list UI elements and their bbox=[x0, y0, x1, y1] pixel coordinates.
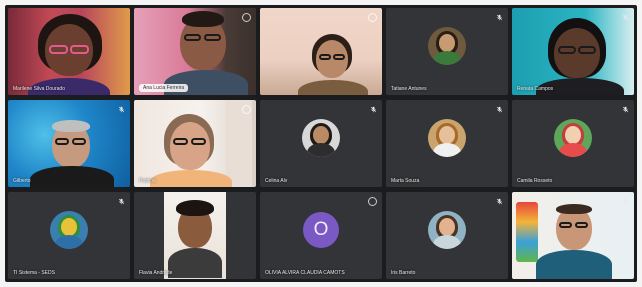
participant-tile[interactable]: Iris Barreto bbox=[386, 192, 508, 279]
participant-name: Tatiane Antunes bbox=[391, 86, 427, 92]
participant-tile[interactable]: Tatiane Antunes bbox=[386, 8, 508, 95]
mic-muted-icon bbox=[117, 105, 125, 113]
participant-name: OLIVIA ALVIRA CLAUDIA CAMOTS bbox=[265, 270, 345, 276]
participant-avatar bbox=[428, 211, 466, 250]
participant-name: Gilberto bbox=[13, 178, 31, 184]
participant-tile[interactable] bbox=[260, 8, 382, 95]
participant-grid: Marilene Silva Dourado Ana Lucia Ferreir… bbox=[8, 8, 634, 279]
participant-tile[interactable]: Marta Souza bbox=[386, 100, 508, 187]
participant-initial-avatar: O bbox=[303, 212, 339, 249]
mic-on-icon bbox=[368, 197, 377, 206]
participant-tile[interactable]: Patricia bbox=[134, 100, 256, 187]
participant-avatar bbox=[302, 119, 340, 158]
mic-on-icon bbox=[242, 105, 251, 114]
mic-muted-icon bbox=[495, 197, 503, 205]
participant-name: Marilene Silva Dourado bbox=[13, 86, 65, 92]
participant-tile[interactable]: TI Sistema - SEDS bbox=[8, 192, 130, 279]
participant-name: Camila Rosseto bbox=[517, 178, 553, 184]
participant-avatar bbox=[50, 211, 88, 250]
participant-avatar bbox=[428, 27, 466, 66]
mic-on-icon bbox=[242, 13, 251, 22]
participant-name: Ana Lucia Ferreira bbox=[139, 84, 189, 92]
participant-tile[interactable]: Flavia Andrade bbox=[134, 192, 256, 279]
participant-tile[interactable]: Celina Alv bbox=[260, 100, 382, 187]
participant-tile[interactable]: Camila Rosseto bbox=[512, 100, 634, 187]
participant-avatar bbox=[428, 119, 466, 158]
participant-name: Patricia bbox=[139, 178, 156, 184]
mic-on-icon bbox=[368, 13, 377, 22]
participant-tile[interactable]: Marilene Silva Dourado bbox=[8, 8, 130, 95]
participant-name: Renata Campos bbox=[517, 86, 554, 92]
participant-tile[interactable]: Ana Lucia Ferreira bbox=[134, 8, 256, 95]
participant-name: Iris Barreto bbox=[391, 270, 416, 276]
mic-muted-icon bbox=[621, 197, 629, 205]
participant-avatar bbox=[554, 119, 592, 158]
participant-tile[interactable] bbox=[512, 192, 634, 279]
participant-name: Flavia Andrade bbox=[139, 270, 173, 276]
mic-muted-icon bbox=[117, 197, 125, 205]
mic-muted-icon bbox=[621, 13, 629, 21]
participant-name: Marta Souza bbox=[391, 178, 420, 184]
participant-name: TI Sistema - SEDS bbox=[13, 270, 55, 276]
meeting-window: Marilene Silva Dourado Ana Lucia Ferreir… bbox=[5, 5, 637, 282]
mic-muted-icon bbox=[621, 105, 629, 113]
mic-muted-icon bbox=[495, 105, 503, 113]
mic-muted-icon bbox=[495, 13, 503, 21]
participant-tile[interactable]: Gilberto bbox=[8, 100, 130, 187]
participant-tile[interactable]: Renata Campos bbox=[512, 8, 634, 95]
participant-tile[interactable]: O OLIVIA ALVIRA CLAUDIA CAMOTS bbox=[260, 192, 382, 279]
participant-name: Celina Alv bbox=[265, 178, 288, 184]
mic-muted-icon bbox=[369, 105, 377, 113]
